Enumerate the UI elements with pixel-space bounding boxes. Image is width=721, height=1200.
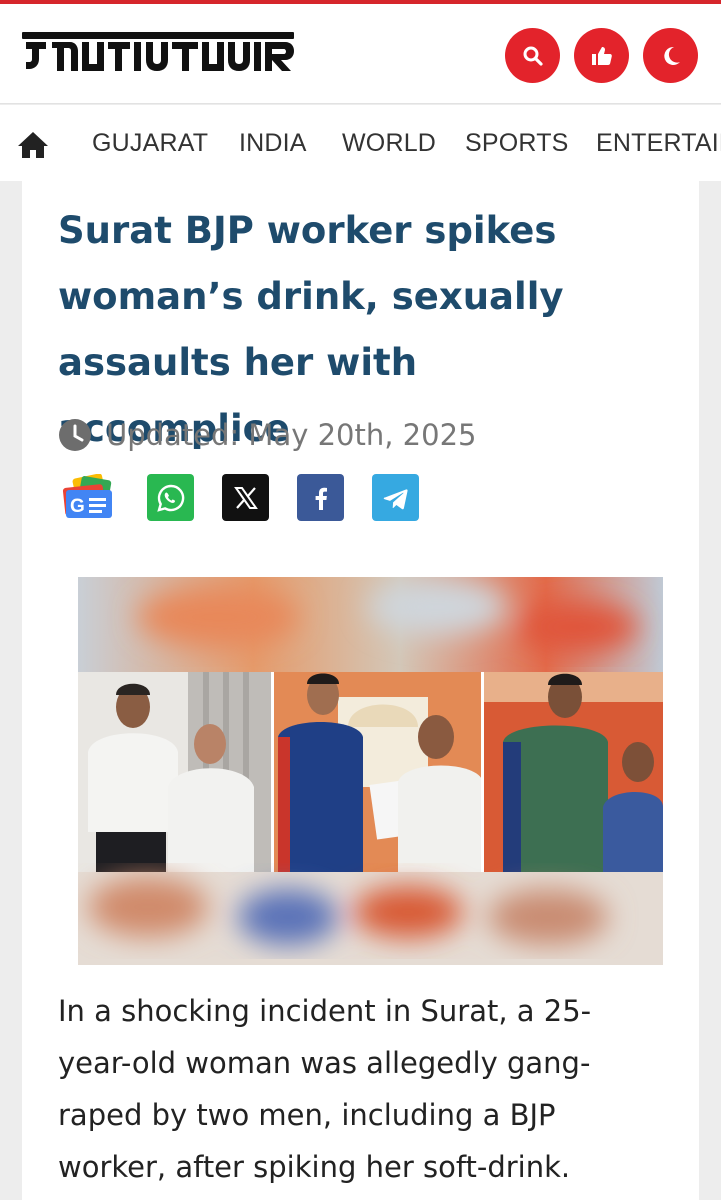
google-news-icon: G (62, 474, 112, 518)
nav-item-sports[interactable]: SPORTS (465, 129, 569, 158)
category-nav: GUJARAT INDIA WORLD SPORTS ENTERTAIN (0, 105, 721, 181)
photo-collage (78, 577, 663, 965)
facebook-share-button[interactable] (297, 474, 344, 521)
nav-item-world[interactable]: WORLD (342, 129, 436, 158)
svg-text:G: G (70, 496, 85, 517)
home-icon[interactable] (17, 129, 49, 161)
telegram-share-button[interactable] (372, 474, 419, 521)
x-share-button[interactable] (222, 474, 269, 521)
nav-item-entertainment[interactable]: ENTERTAIN (596, 129, 721, 158)
whatsapp-share-button[interactable] (147, 474, 194, 521)
search-icon (523, 46, 543, 66)
site-header (0, 4, 721, 104)
nav-item-india[interactable]: INDIA (239, 129, 307, 158)
thumbs-up-icon (591, 46, 612, 65)
site-logo[interactable] (22, 28, 302, 84)
updated-date: Updated: May 20th, 2025 (106, 418, 477, 452)
clock-icon (59, 419, 91, 451)
article-updated: Updated: May 20th, 2025 (58, 415, 477, 455)
telegram-icon (383, 488, 408, 509)
article-photo (78, 577, 663, 965)
like-button[interactable] (574, 28, 629, 83)
x-icon (233, 486, 258, 509)
nav-item-gujarat[interactable]: GUJARAT (92, 129, 208, 158)
whatsapp-icon (156, 484, 184, 512)
logo-wordmark (22, 32, 294, 71)
dark-mode-button[interactable] (643, 28, 698, 83)
search-button[interactable] (505, 28, 560, 83)
facebook-icon (315, 487, 327, 510)
article-body: In a shocking incident in Surat, a 25-ye… (58, 994, 592, 1184)
moon-icon (663, 46, 680, 65)
google-news-share-button[interactable]: G (60, 474, 116, 521)
